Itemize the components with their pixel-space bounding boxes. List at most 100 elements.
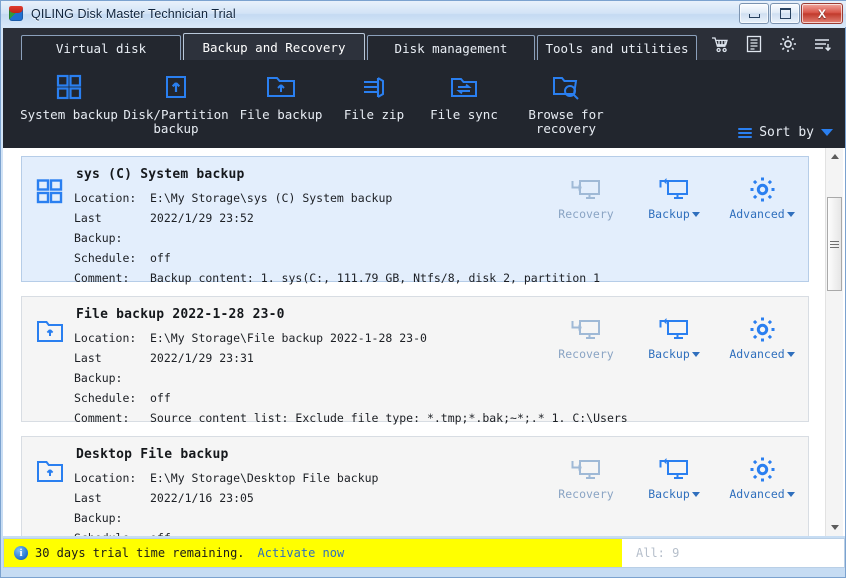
recovery-button[interactable]: Recovery — [554, 313, 618, 361]
menu-sort-icon[interactable] — [813, 35, 831, 53]
last-backup-value: 2022/1/16 23:05 — [150, 491, 254, 505]
task-schedule-row: Schedule: off — [74, 248, 578, 268]
sort-by-button[interactable]: Sort by — [738, 125, 833, 140]
advanced-button[interactable]: Advanced — [729, 453, 795, 501]
recovery-button[interactable]: Recovery — [554, 453, 618, 501]
recovery-button[interactable]: Recovery — [554, 173, 618, 221]
toolbar-file-backup[interactable]: File backup — [231, 70, 331, 122]
backup-label: Backup — [648, 347, 700, 361]
shopping-cart-icon[interactable] — [711, 35, 729, 53]
toolbar-label: File zip — [343, 107, 405, 122]
toolbar-label: Browse for recovery — [528, 107, 604, 136]
schedule-value: off — [150, 251, 171, 265]
title-bar: QILING Disk Master Technician Trial X — [1, 1, 846, 27]
task-title: sys (C) System backup — [76, 167, 245, 182]
task-location-row: Location: E:\My Storage\File backup 2022… — [74, 328, 578, 348]
backup-monitor-icon — [659, 173, 689, 205]
recovery-label: Recovery — [558, 487, 614, 501]
last-backup-value: 2022/1/29 23:52 — [150, 211, 254, 225]
location-value: E:\My Storage\File backup 2022-1-28 23-0 — [150, 331, 427, 345]
backup-task-list: sys (C) System backup Location: E:\My St… — [3, 148, 845, 536]
schedule-label: Schedule: — [74, 251, 137, 265]
backup-button[interactable]: Backup — [642, 453, 706, 501]
backup-button[interactable]: Backup — [642, 173, 706, 221]
info-icon: i — [14, 546, 28, 560]
last-backup-label: Last Backup: — [74, 491, 123, 525]
vertical-scrollbar[interactable] — [825, 148, 843, 536]
advanced-label: Advanced — [729, 347, 795, 361]
schedule-value: off — [150, 528, 171, 536]
scrollbar-thumb[interactable] — [827, 197, 842, 291]
tab-backup-and-recovery[interactable]: Backup and Recovery — [183, 33, 365, 60]
close-button[interactable]: X — [801, 3, 843, 24]
task-last-backup-row: Last Backup: 2022/1/29 23:52 — [74, 208, 578, 248]
task-comment-row: Comment: Backup content: 1. sys(C:, 111.… — [74, 268, 600, 288]
chevron-down-icon — [691, 492, 700, 497]
toolbar-file-zip[interactable]: File zip — [331, 70, 417, 122]
task-card[interactable]: File backup 2022-1-28 23-0 Location: E:\… — [21, 296, 809, 425]
scroll-up-button[interactable] — [826, 148, 843, 165]
list-document-icon[interactable] — [745, 35, 763, 53]
chevron-down-icon — [786, 212, 795, 217]
task-card[interactable]: sys (C) System backup Location: E:\My St… — [21, 156, 809, 285]
toolbar-file-sync[interactable]: File sync — [417, 70, 511, 122]
toolbar-items: System backup Disk/Partition backup File… — [3, 60, 845, 136]
minimize-button[interactable] — [739, 3, 769, 24]
task-card[interactable]: Desktop File backup Location: E:\My Stor… — [21, 436, 809, 536]
grid-squares-icon — [55, 70, 83, 104]
chevron-down-icon — [821, 129, 833, 136]
toolbar-disk-partition-backup[interactable]: Disk/Partition backup — [121, 70, 231, 136]
toolbar-label: File backup — [239, 107, 323, 122]
backup-monitor-icon — [659, 453, 689, 485]
scroll-down-button[interactable] — [826, 519, 843, 536]
schedule-label: Schedule: — [74, 528, 150, 536]
chevron-down-icon — [786, 352, 795, 357]
location-label: Location: — [74, 331, 137, 345]
tab-disk-management[interactable]: Disk management — [367, 35, 535, 60]
maximize-button[interactable] — [770, 3, 800, 24]
title-tools — [711, 28, 845, 60]
task-comment-row: Comment: Source content list: Exclude fi… — [74, 408, 628, 428]
maximize-icon — [779, 8, 791, 19]
chevron-down-icon — [691, 212, 700, 217]
task-schedule-row: Schedule: off — [74, 388, 578, 408]
comment-value: Source content list: Exclude file type: … — [150, 411, 628, 425]
task-title: File backup 2022-1-28 23-0 — [76, 307, 285, 322]
gear-icon[interactable] — [779, 35, 797, 53]
task-details: File backup 2022-1-28 23-0 Location: E:\… — [74, 307, 628, 428]
recovery-label: Recovery — [558, 207, 614, 221]
task-location-row: Location: E:\My Storage\sys (C) System b… — [74, 188, 578, 208]
task-actions: Recovery Backup Advanced — [554, 173, 795, 221]
application-window: QILING Disk Master Technician Trial X Vi… — [0, 0, 846, 578]
close-icon: X — [817, 6, 826, 21]
tab-bar: Virtual disk Backup and Recovery Disk ma… — [3, 28, 845, 60]
task-schedule-row: Schedule: off — [74, 528, 578, 536]
toolbar-system-backup[interactable]: System backup — [17, 70, 121, 122]
comment-value: Backup content: 1. sys(C:, 111.79 GB, Nt… — [150, 271, 601, 285]
last-backup-value: 2022/1/29 23:31 — [150, 351, 254, 365]
last-backup-label: Last Backup: — [74, 211, 123, 245]
task-last-backup-row: Last Backup: 2022/1/16 23:05 — [74, 488, 578, 528]
task-count-label: All: 9 — [636, 546, 680, 560]
activate-now-link[interactable]: Activate now — [258, 546, 345, 560]
tab-tools-and-utilities[interactable]: Tools and utilities — [537, 35, 697, 60]
recovery-label: Recovery — [558, 347, 614, 361]
trial-banner: i 30 days trial time remaining. Activate… — [4, 539, 622, 567]
advanced-label: Advanced — [729, 207, 795, 221]
advanced-label: Advanced — [729, 487, 795, 501]
backup-button[interactable]: Backup — [642, 313, 706, 361]
toolbar-browse-for-recovery[interactable]: Browse for recovery — [511, 70, 621, 136]
scroll-thumb-grip-icon — [830, 240, 839, 248]
sort-by-label: Sort by — [759, 125, 814, 140]
advanced-button[interactable]: Advanced — [729, 313, 795, 361]
task-location-row: Location: E:\My Storage\Desktop File bac… — [74, 468, 578, 488]
trial-text: 30 days trial time remaining. — [35, 546, 245, 560]
location-value: E:\My Storage\sys (C) System backup — [150, 191, 393, 205]
task-last-backup-row: Last Backup: 2022/1/29 23:31 — [74, 348, 578, 388]
disk-partition-icon — [162, 70, 190, 104]
tab-list: Virtual disk Backup and Recovery Disk ma… — [3, 28, 699, 60]
tab-virtual-disk[interactable]: Virtual disk — [21, 35, 181, 60]
sort-lines-icon — [738, 127, 753, 138]
comment-label: Comment: — [74, 411, 130, 425]
advanced-button[interactable]: Advanced — [729, 173, 795, 221]
